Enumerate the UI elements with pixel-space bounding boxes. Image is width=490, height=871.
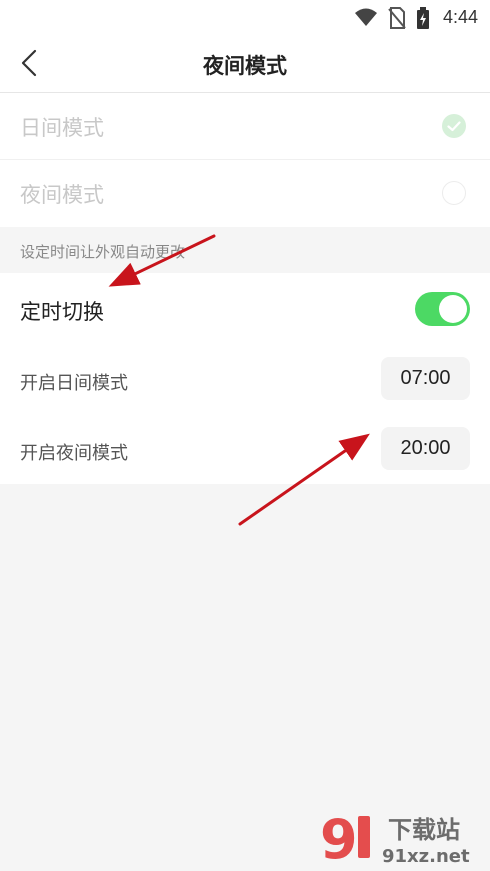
day-mode-time-button[interactable]: 07:00 xyxy=(381,357,470,400)
timer-switch-label: 定时切换 xyxy=(20,301,104,324)
battery-charging-icon xyxy=(416,7,430,34)
toggle-knob xyxy=(439,295,467,323)
check-circle-icon xyxy=(442,114,466,138)
wifi-icon xyxy=(354,7,378,32)
night-mode-start-label: 开启夜间模式 xyxy=(20,443,128,463)
status-bar: 4:44 xyxy=(0,0,490,34)
appearance-mode-list: 日间模式 夜间模式 xyxy=(0,93,490,227)
timer-toggle[interactable] xyxy=(415,292,470,326)
app-header: 夜间模式 xyxy=(0,34,490,93)
status-time: 4:44 xyxy=(442,7,478,27)
day-mode-label: 日间模式 xyxy=(20,117,104,140)
day-mode-option[interactable]: 日间模式 xyxy=(0,93,490,160)
empty-circle-icon xyxy=(442,181,466,205)
night-mode-time-row: 开启夜间模式 20:00 xyxy=(0,414,490,484)
night-mode-option[interactable]: 夜间模式 xyxy=(0,160,490,226)
night-mode-label: 夜间模式 xyxy=(20,184,104,207)
timer-section: 定时切换 开启日间模式 07:00 开启夜间模式 20:00 xyxy=(0,273,490,484)
page-title: 夜间模式 xyxy=(203,55,287,78)
day-mode-time-row: 开启日间模式 07:00 xyxy=(0,344,490,414)
night-mode-time-button[interactable]: 20:00 xyxy=(381,427,470,470)
svg-text:91xz.net: 91xz.net xyxy=(382,846,470,867)
svg-text:下载站: 下载站 xyxy=(388,816,460,844)
section-caption: 设定时间让外观自动更改 xyxy=(20,244,186,261)
watermark-logo-icon: 9 下载站 91xz.net xyxy=(320,808,470,868)
no-sim-icon xyxy=(388,7,406,34)
day-mode-start-label: 开启日间模式 xyxy=(20,373,128,393)
svg-text:9: 9 xyxy=(320,808,358,868)
